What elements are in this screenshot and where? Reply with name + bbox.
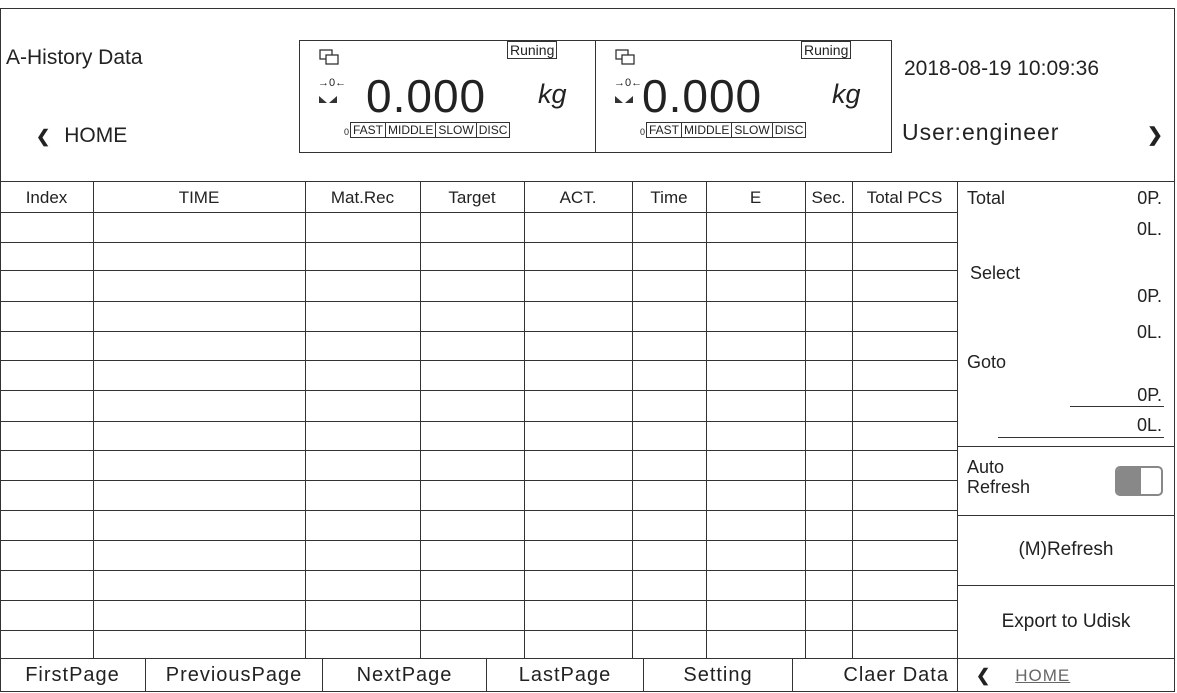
table-row	[0, 331, 957, 332]
monitor-icon	[319, 49, 339, 65]
zero-mark: 0	[640, 127, 646, 137]
zero-mark: 0	[344, 127, 350, 137]
auto-refresh-label-line1: Auto	[967, 457, 1005, 477]
col-divider	[524, 181, 525, 658]
col-divider	[706, 181, 707, 658]
goto-line-underline	[998, 437, 1164, 438]
stable-icon	[319, 96, 337, 103]
weight-unit: kg	[538, 79, 567, 109]
home-label: HOME	[64, 124, 128, 147]
state-fast: FAST	[350, 122, 387, 138]
clear-data-button[interactable]: Claer Data	[793, 659, 957, 692]
scale-panel-1: →0← 0.000 kg Runing 0 FAST MIDDLE SLOW D…	[299, 40, 596, 153]
state-middle: MIDDLE	[681, 122, 733, 138]
total-label: Total	[967, 188, 1006, 208]
state-slow: SLOW	[435, 122, 477, 138]
table-row	[0, 301, 957, 302]
weight-unit: kg	[832, 79, 861, 109]
setting-button[interactable]: Setting	[644, 659, 792, 692]
col-header-time2[interactable]: Time	[632, 184, 706, 212]
table-row	[0, 480, 957, 481]
chevron-left-icon: ❮	[976, 665, 992, 685]
col-header-total-pcs[interactable]: Total PCS	[852, 184, 957, 212]
next-page-button[interactable]: NextPage	[323, 659, 486, 692]
state-disc: DISC	[771, 122, 807, 138]
table-row	[0, 600, 957, 601]
previous-page-button[interactable]: PreviousPage	[146, 659, 322, 692]
header-divider	[0, 181, 1175, 182]
state-indicators: FAST MIDDLE SLOW DISC	[646, 122, 807, 138]
col-header-sec[interactable]: Sec.	[805, 184, 852, 212]
datetime-display: 2018-08-19 10:09:36	[904, 57, 1099, 80]
chevron-left-icon: ❮	[36, 127, 51, 146]
chevron-right-icon: ❯	[1147, 125, 1163, 146]
col-header-e[interactable]: E	[706, 184, 805, 212]
total-pages: 0P.	[1137, 188, 1162, 208]
col-header-time[interactable]: TIME	[93, 184, 305, 212]
scale-panel-2: →0← 0.000 kg Runing 0 FAST MIDDLE SLOW D…	[595, 40, 892, 153]
status-badge: Runing	[507, 41, 558, 59]
toggle-knob	[1117, 468, 1141, 494]
col-header-act[interactable]: ACT.	[524, 184, 632, 212]
col-header-index[interactable]: Index	[0, 184, 93, 212]
col-divider	[632, 181, 633, 658]
goto-label: Goto	[967, 352, 1007, 372]
home-button-bottom[interactable]: ❮ HOME	[976, 659, 1126, 692]
table-row	[0, 270, 957, 271]
weight-value: 0.000	[366, 70, 487, 122]
total-lines: 0L.	[1136, 219, 1162, 239]
state-indicators: FAST MIDDLE SLOW DISC	[350, 122, 511, 138]
select-label: Select	[970, 263, 1021, 283]
table-row	[0, 570, 957, 571]
state-fast: FAST	[646, 122, 683, 138]
goto-page-input[interactable]: 0P.	[1070, 385, 1162, 406]
zero-track-icon: →0←	[614, 77, 643, 89]
last-page-button[interactable]: LastPage	[487, 659, 643, 692]
table-row	[0, 360, 957, 361]
auto-refresh-toggle[interactable]	[1115, 466, 1163, 496]
table-row	[0, 390, 957, 391]
table-header-line	[0, 212, 957, 213]
table-row	[0, 450, 957, 451]
col-divider	[420, 181, 421, 658]
select-lines: 0L.	[1136, 322, 1162, 342]
state-middle: MIDDLE	[385, 122, 437, 138]
col-divider	[93, 181, 94, 658]
home-link-label: HOME	[1015, 665, 1071, 685]
home-button-top[interactable]: ❮ HOME	[36, 124, 127, 148]
table-row	[0, 630, 957, 631]
auto-refresh-label: Auto Refresh	[967, 457, 1030, 497]
select-pages: 0P.	[1137, 286, 1162, 306]
table-row	[0, 540, 957, 541]
col-divider	[305, 181, 306, 658]
col-header-matrec[interactable]: Mat.Rec	[305, 184, 420, 212]
first-page-button[interactable]: FirstPage	[0, 659, 145, 692]
auto-refresh-label-line2: Refresh	[967, 477, 1031, 497]
next-screen-button[interactable]: ❯	[1147, 124, 1163, 147]
status-badge: Runing	[801, 41, 852, 59]
goto-line-input[interactable]: 0L.	[1000, 415, 1162, 436]
col-divider	[852, 181, 853, 658]
page-title: A-History Data	[6, 46, 143, 69]
state-disc: DISC	[475, 122, 511, 138]
side-divider-1	[957, 446, 1175, 447]
stable-icon	[615, 96, 633, 103]
monitor-icon	[615, 49, 635, 65]
weight-value: 0.000	[642, 70, 763, 122]
export-udisk-button[interactable]: Export to Udisk	[958, 586, 1174, 658]
col-divider	[805, 181, 806, 658]
refresh-button[interactable]: (M)Refresh	[958, 516, 1174, 584]
goto-page-underline	[1070, 406, 1164, 407]
user-display: User:engineer	[902, 119, 1060, 145]
zero-track-icon: →0←	[318, 77, 347, 89]
state-slow: SLOW	[731, 122, 773, 138]
table-row	[0, 242, 957, 243]
table-row	[0, 510, 957, 511]
table-row	[0, 421, 957, 422]
col-header-target[interactable]: Target	[420, 184, 524, 212]
